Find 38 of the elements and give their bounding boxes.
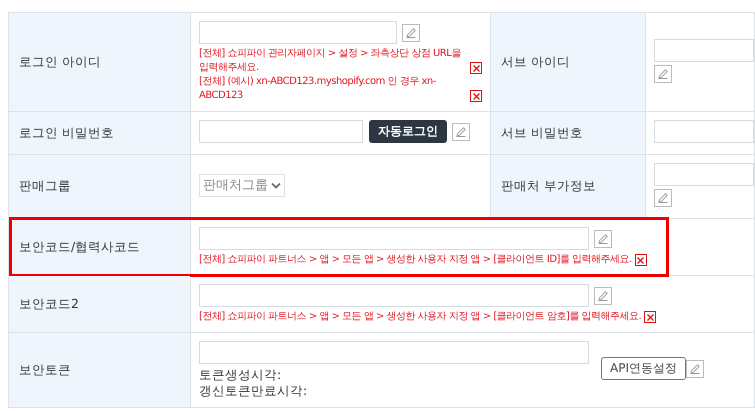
- edit-icon[interactable]: [594, 286, 612, 304]
- action-button[interactable]: 자동로그인: [369, 120, 447, 143]
- edit-icon[interactable]: [654, 64, 672, 82]
- hint-text: [전체] 쇼피파이 관리자페이지 > 설정 > 좌측상단 상점 URL을 입력해주세요.: [199, 47, 462, 75]
- action-button[interactable]: API연동설정: [601, 357, 686, 380]
- edit-icon[interactable]: [686, 360, 704, 378]
- close-icon[interactable]: [470, 62, 482, 74]
- info-text: 갱신토큰만료시각:: [199, 383, 308, 399]
- hint-text: [전체] (예시) xn-ABCD123.myshopify.com 인 경우 xn-ABCD123: [199, 75, 437, 103]
- edit-icon[interactable]: [402, 24, 420, 42]
- close-icon[interactable]: [470, 90, 482, 102]
- text-field[interactable]: [199, 341, 589, 364]
- text-field[interactable]: [654, 163, 754, 186]
- close-icon[interactable]: [634, 254, 647, 266]
- text-field[interactable]: [654, 38, 754, 62]
- hint-text: [전체] 쇼피파이 파트너스 > 앱 > 모든 앱 > 생성한 사용자 지정 앱 > [클라이언트 ID]를 입력해주세요.: [199, 253, 632, 267]
- field-label: 로그인 아이디: [19, 54, 101, 68]
- edit-icon[interactable]: [654, 189, 672, 207]
- text-field[interactable]: [199, 21, 397, 44]
- close-icon[interactable]: [644, 311, 656, 323]
- field-label: 보안코드/협력사코드: [19, 238, 140, 254]
- field-label: 보안토큰: [19, 362, 71, 376]
- text-field[interactable]: [199, 284, 589, 307]
- edit-icon[interactable]: [594, 230, 612, 248]
- text-field[interactable]: [199, 227, 589, 250]
- text-field[interactable]: [654, 120, 754, 143]
- field-label: 로그인 비밀번호: [19, 124, 114, 140]
- chevron-icon: [271, 182, 281, 188]
- edit-icon[interactable]: [452, 122, 470, 140]
- text-field[interactable]: [199, 120, 363, 143]
- field-label: 판매그룹: [19, 178, 71, 193]
- info-text: 토큰생성시각:: [199, 367, 282, 383]
- field-label: 서브 비밀번호: [501, 124, 583, 140]
- hint-text: [전체] 쇼피파이 파트너스 > 앱 > 모든 앱 > 생성한 사용자 지정 앱 > [클라이언트 암호]를 입력해주세요.: [199, 310, 642, 324]
- field-label: 보안코드2: [19, 296, 79, 310]
- field-label: 서브 아이디: [501, 54, 570, 68]
- field-label: 판매처 부가정보: [501, 178, 596, 193]
- group-dropdown[interactable]: 판매처그룹: [199, 174, 285, 196]
